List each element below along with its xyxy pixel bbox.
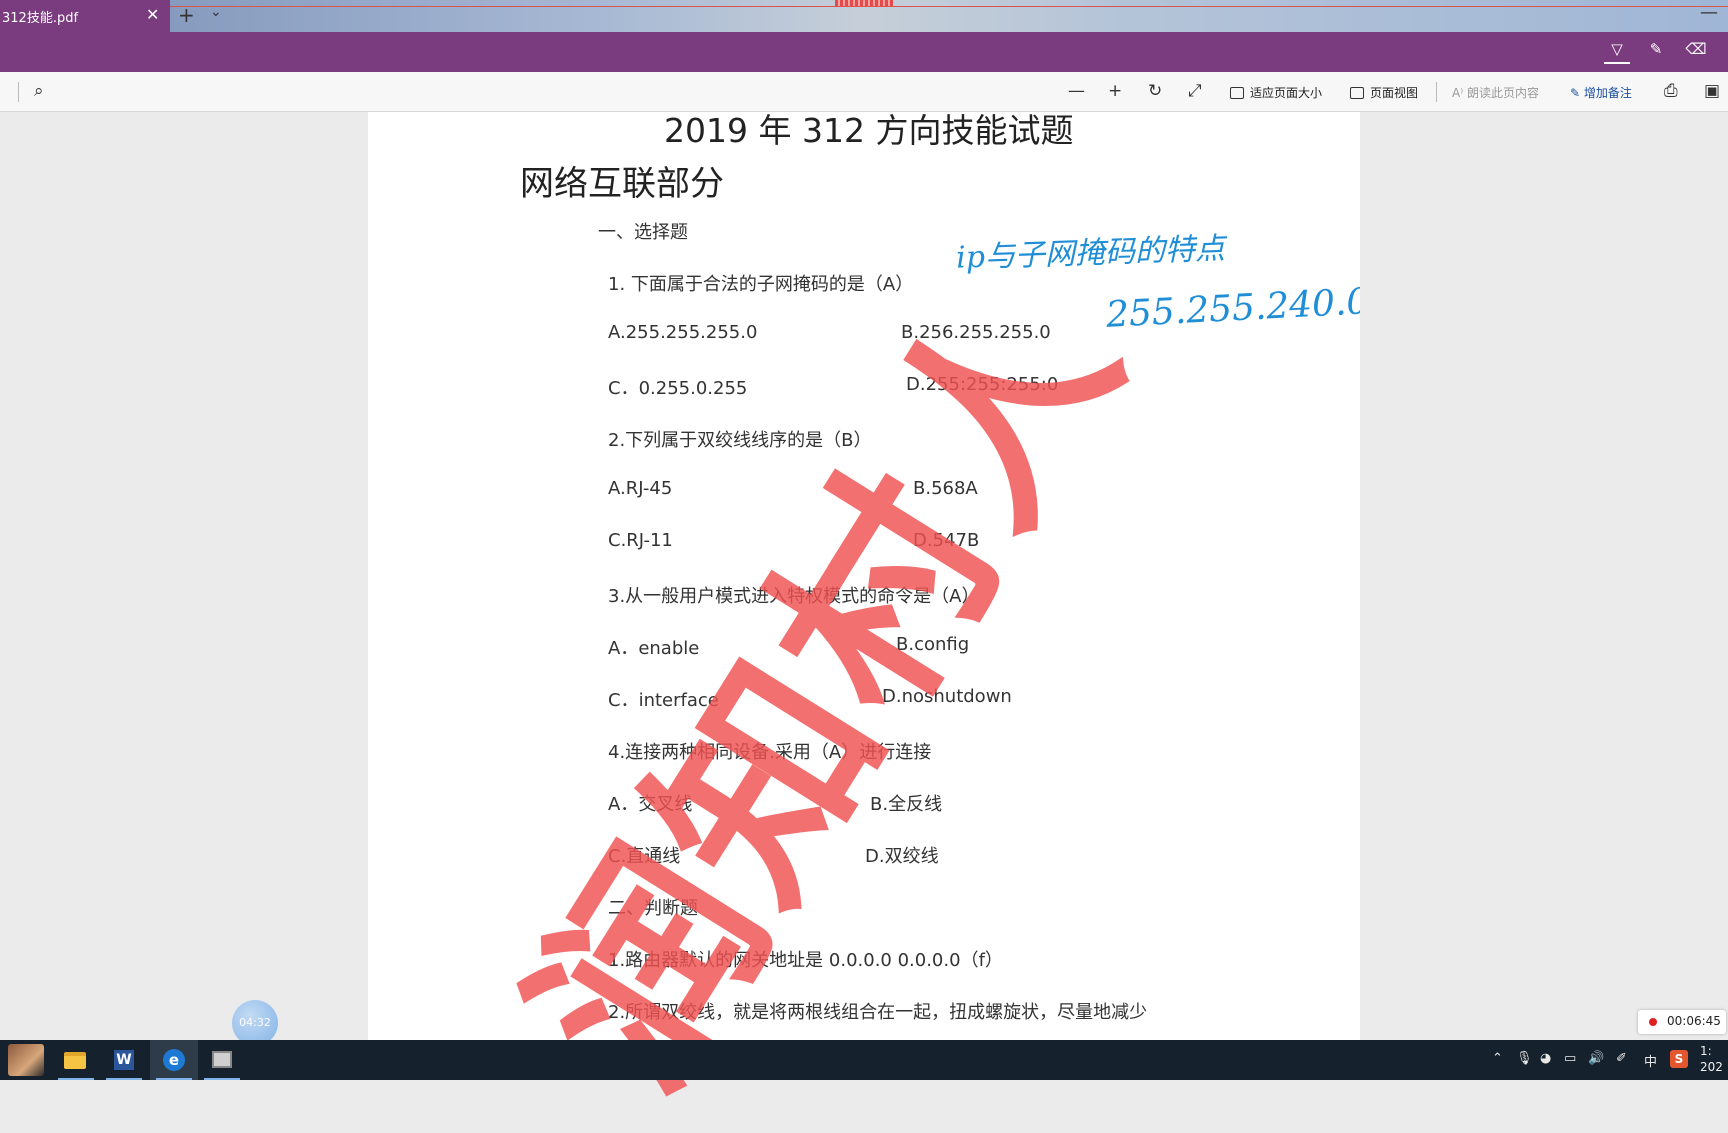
close-tab-icon[interactable]: ✕	[146, 5, 159, 24]
sogou-icon[interactable]: S	[1670, 1050, 1688, 1068]
clock-date: 202	[1700, 1060, 1723, 1074]
heading-choice: 一、选择题	[598, 222, 688, 243]
add-notes-label: 增加备注	[1583, 86, 1632, 100]
taskbar-avatar-app[interactable]	[0, 1040, 48, 1080]
volume-icon[interactable]: 🔊	[1588, 1051, 1604, 1066]
minimize-icon[interactable]: —	[1700, 2, 1718, 23]
read-aloud-icon: A⁾	[1452, 86, 1467, 100]
tab-title: 312技能.pdf	[2, 11, 79, 26]
rotate-icon[interactable]: ↻	[1148, 81, 1162, 101]
clock-time: 1:	[1700, 1044, 1712, 1058]
taskbar: W e ⌃ 🎙 ◕ ▭ 🔊 ✐ 中 S 1: 202	[0, 1040, 1728, 1080]
tab-strip: 312技能.pdf ✕ + ⌄ —	[0, 0, 1728, 32]
new-tab-icon[interactable]: +	[178, 3, 195, 27]
save-icon[interactable]: ▣	[1704, 81, 1720, 101]
word-icon: W	[114, 1050, 134, 1070]
option-line: C．0.255.0.255	[608, 378, 748, 399]
tab-pdf[interactable]: 312技能.pdf ✕	[0, 0, 170, 32]
section-heading: 网络互联部分	[520, 164, 724, 204]
option-line: A.RJ-45	[608, 478, 673, 499]
option-line: A.255.255.255.0	[608, 322, 758, 343]
fit-page-button[interactable]: 适应页面大小	[1230, 84, 1322, 101]
fit-page-icon	[1230, 87, 1244, 99]
pen-tray-icon[interactable]: ✐	[1616, 1051, 1627, 1066]
pen-tool-icon[interactable]: ▽	[1604, 40, 1630, 64]
taskbar-file-explorer[interactable]	[52, 1040, 100, 1080]
folder-icon	[64, 1052, 86, 1069]
page-view-label: 页面视图	[1370, 86, 1419, 100]
recording-time: 00:06:45	[1667, 1014, 1721, 1028]
highlighter-tool-icon[interactable]: ✎	[1643, 40, 1669, 64]
document-title: 2019 年 312 方向技能试题	[664, 112, 1074, 150]
pdf-toolbar: ⌕ — + ↻ ⤢ 适应页面大小 页面视图 A⁾ 朗读此页内容 ✎ 增加备注 ⎙…	[0, 72, 1728, 112]
handwritten-mask: 255.255.240.0	[1105, 281, 1360, 336]
app-window-icon	[212, 1051, 232, 1068]
tray-chevron-icon[interactable]: ⌃	[1492, 1051, 1503, 1066]
page-view-button[interactable]: 页面视图	[1350, 84, 1418, 101]
page-view-icon	[1350, 87, 1364, 99]
search-icon[interactable]: ⌕	[34, 81, 44, 101]
recording-indicator	[835, 0, 893, 6]
ink-ribbon: ▽ ✎ ⌫	[0, 32, 1728, 72]
qq-icon[interactable]: ◕	[1540, 1051, 1551, 1066]
avatar	[8, 1044, 44, 1076]
taskbar-edge[interactable]: e	[150, 1040, 198, 1080]
eraser-tool-icon[interactable]: ⌫	[1683, 40, 1709, 64]
read-aloud-label: 朗读此页内容	[1466, 86, 1539, 100]
microphone-icon[interactable]: 🎙	[1516, 1051, 1533, 1066]
taskbar-word[interactable]: W	[100, 1040, 148, 1080]
read-aloud-button[interactable]: A⁾ 朗读此页内容	[1452, 84, 1539, 101]
ime-indicator[interactable]: 中	[1644, 1051, 1657, 1070]
tab-list-chevron-icon[interactable]: ⌄	[210, 4, 222, 20]
network-icon[interactable]: ▭	[1564, 1051, 1576, 1066]
system-clock[interactable]: 1: 202	[1700, 1043, 1723, 1075]
print-icon[interactable]: ⎙	[1664, 81, 1678, 101]
edge-icon: e	[163, 1049, 185, 1071]
recording-timer: 00:06:45	[1638, 1010, 1726, 1034]
fullscreen-icon[interactable]: ⤢	[1188, 81, 1202, 101]
taskbar-app[interactable]	[198, 1040, 246, 1080]
add-notes-icon: ✎	[1570, 86, 1584, 100]
fit-page-label: 适应页面大小	[1250, 86, 1323, 100]
record-dot-icon	[1649, 1018, 1657, 1026]
toolbar-divider	[18, 82, 19, 102]
option-line: C.RJ-11	[608, 530, 673, 551]
zoom-out-icon[interactable]: —	[1068, 81, 1085, 101]
recording-border	[0, 6, 1728, 7]
zoom-in-icon[interactable]: +	[1108, 81, 1122, 101]
add-notes-button[interactable]: ✎ 增加备注	[1570, 84, 1632, 101]
toolbar-divider	[1436, 82, 1437, 102]
